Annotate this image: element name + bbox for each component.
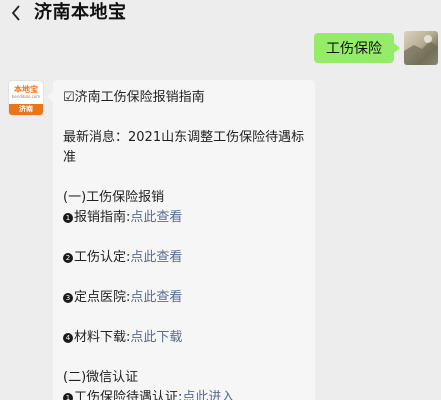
section-title-reimbursement: (一)工伤保险报销 xyxy=(63,190,165,205)
outgoing-message[interactable]: 工伤保险 xyxy=(314,33,400,63)
item-label: 工伤认定: xyxy=(74,250,131,265)
item-label: 材料下载: xyxy=(74,330,131,345)
list-item: 1 报销指南:点此查看 xyxy=(63,208,315,228)
list-item: 4 材料下载:点此下载 xyxy=(63,328,315,348)
avatar-city: 济南 xyxy=(9,104,43,115)
list-item: 1 工伤保险待遇认证:点此进入 xyxy=(63,388,315,400)
chat-header: 济南本地宝 xyxy=(0,0,441,27)
item-label: 报销指南: xyxy=(74,210,131,225)
item-link[interactable]: 点此查看 xyxy=(130,250,182,265)
item-label: 定点医院: xyxy=(74,290,131,305)
user-avatar[interactable] xyxy=(404,31,438,65)
section-title-wechat: (二)微信认证 xyxy=(63,370,139,385)
chevron-left-icon xyxy=(11,5,20,21)
number-badge: 2 xyxy=(63,253,73,263)
incoming-message: ☑济南工伤保险报销指南 最新消息：2021山东调整工伤保险待遇标准 (一)工伤保… xyxy=(47,80,315,400)
number-badge: 3 xyxy=(63,293,73,303)
latest-news: 最新消息：2021山东调整工伤保险待遇标准 xyxy=(63,130,305,165)
avatar-photo-icon xyxy=(404,35,438,65)
chat-window: 济南本地宝 工伤保险 本地宝 bendibao.com 济南 ☑济南工伤保险报销… xyxy=(0,0,441,400)
back-button[interactable] xyxy=(6,0,26,26)
chat-title: 济南本地宝 xyxy=(34,2,127,23)
item-label: 工伤保险待遇认证: xyxy=(74,390,183,400)
list-item: 3 定点医院:点此查看 xyxy=(63,288,315,308)
number-badge: 4 xyxy=(63,333,73,343)
item-link[interactable]: 点此进入 xyxy=(182,390,234,400)
item-link[interactable]: 点此查看 xyxy=(130,210,182,225)
bot-avatar[interactable]: 本地宝 bendibao.com 济南 xyxy=(9,81,43,115)
item-link[interactable]: 点此下载 xyxy=(130,330,182,345)
number-badge: 1 xyxy=(63,213,73,223)
outgoing-message-text: 工伤保险 xyxy=(326,41,382,57)
avatar-site: bendibao.com xyxy=(11,94,41,99)
list-item: 2 工伤认定:点此查看 xyxy=(63,248,315,268)
item-link[interactable]: 点此查看 xyxy=(130,290,182,305)
number-badge: 1 xyxy=(63,393,73,400)
message-header: ☑济南工伤保险报销指南 xyxy=(63,90,205,105)
